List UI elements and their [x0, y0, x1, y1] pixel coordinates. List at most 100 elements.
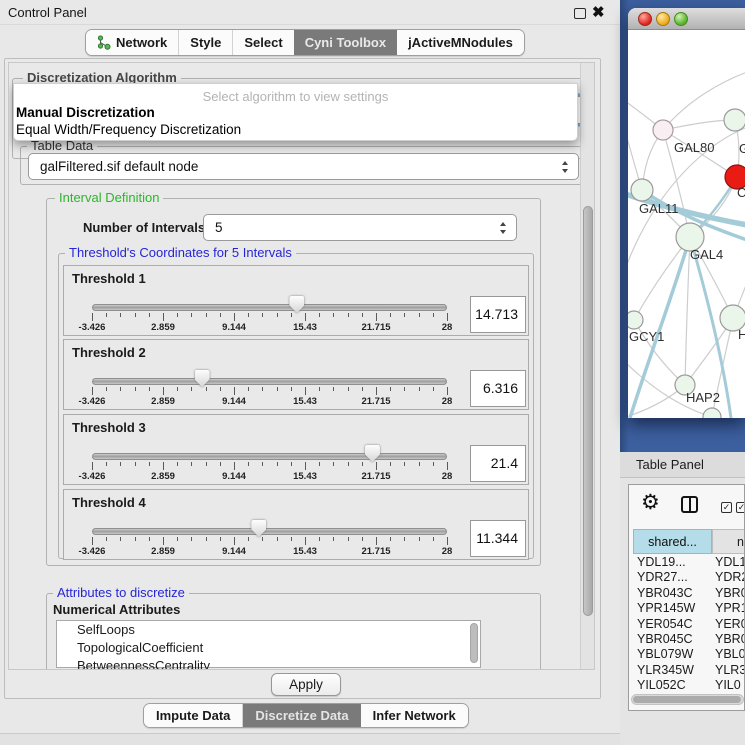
- tab-select[interactable]: Select: [233, 30, 293, 55]
- table-row[interactable]: YIL052CYIL0: [633, 678, 745, 693]
- threshold-1-value-field[interactable]: 14.713: [470, 296, 526, 333]
- checkbox-icon-1[interactable]: ✓: [721, 502, 732, 513]
- network-canvas[interactable]: GAL80 GA C GAL11 GAL4 GCY1 H HAP2: [628, 30, 745, 418]
- cell: YDL19...: [637, 555, 686, 570]
- threshold-2-value-field[interactable]: 6.316: [470, 370, 526, 407]
- threshold-4-value-field[interactable]: 11.344: [470, 520, 526, 557]
- algorithm-dropdown-popup: Select algorithm to view settings Manual…: [13, 83, 578, 141]
- threshold-2-slider[interactable]: [92, 378, 447, 385]
- tab-style[interactable]: Style: [179, 30, 233, 55]
- minimize-traffic-light[interactable]: [656, 12, 670, 26]
- node-gal11[interactable]: [631, 179, 653, 201]
- number-of-intervals-combobox[interactable]: 5: [203, 214, 517, 241]
- threshold-3-label: Threshold 3: [72, 420, 146, 435]
- cell: YPR145W: [637, 601, 695, 616]
- settings-vertical-scrollbar[interactable]: [580, 63, 594, 669]
- tab-cyni-toolbox[interactable]: Cyni Toolbox: [294, 30, 397, 55]
- table-row[interactable]: YBR045CYBR0: [633, 632, 745, 647]
- popup-option-manual-discretization[interactable]: Manual Discretization: [16, 105, 155, 120]
- cell: YBL0: [715, 647, 745, 662]
- table-horizontal-scrollbar[interactable]: [631, 694, 744, 705]
- threshold-1-slider-thumb[interactable]: [289, 296, 304, 313]
- table-header-row: shared... na: [629, 529, 745, 554]
- float-window-icon[interactable]: [574, 8, 586, 19]
- node-bottom-clipped[interactable]: [703, 408, 721, 418]
- threshold-3-slider[interactable]: [92, 453, 447, 460]
- list-scrollbar[interactable]: [470, 623, 478, 663]
- table-panel-body: ⚙ ✓ ✓ shared... na YDL19...YDL1 YDR27...…: [628, 484, 745, 711]
- table-panel: Table Panel ⚙ ✓ ✓ shared... na YDL19...Y…: [620, 452, 745, 745]
- list-item-selfloops[interactable]: SelfLoops: [57, 621, 480, 639]
- thresholds-group-title: Threshold's Coordinates for 5 Intervals: [65, 246, 296, 260]
- table-row[interactable]: YDR27... YDR2: [633, 570, 745, 585]
- column-header-shared-name[interactable]: shared...: [633, 529, 712, 554]
- tab-infer-network[interactable]: Infer Network: [361, 704, 468, 727]
- cell: YER0: [715, 617, 745, 632]
- combo-spinner-icon: [562, 161, 569, 173]
- node-gal80[interactable]: [653, 120, 673, 140]
- close-traffic-light[interactable]: [638, 12, 652, 26]
- column-header-name[interactable]: na: [712, 529, 745, 554]
- list-item-topologicalcoefficient[interactable]: TopologicalCoefficient: [57, 639, 480, 657]
- apply-button[interactable]: Apply: [271, 673, 341, 696]
- table-row[interactable]: YLR345WYLR3: [633, 663, 745, 678]
- threshold-2-tick-labels: -3.4262.8599.14415.4321.71528: [92, 396, 447, 407]
- node-gcy1[interactable]: [628, 311, 643, 329]
- bottom-tab-strip: Impute Data Discretize Data Infer Networ…: [143, 703, 469, 728]
- threshold-1-tick-labels: -3.4262.8599.14415.4321.71528: [92, 322, 447, 333]
- threshold-4-slider-thumb[interactable]: [251, 520, 266, 537]
- table-data-group-title: Table Data: [27, 139, 97, 153]
- cell: YER054C: [637, 617, 693, 632]
- zoom-traffic-light[interactable]: [674, 12, 688, 26]
- threshold-3-row: Threshold 3 -3.4262.8599.14415.4321.7152…: [63, 414, 529, 485]
- cell: YDR27...: [637, 570, 688, 585]
- close-icon[interactable]: ✖: [592, 3, 605, 21]
- settings-scrollbar-thumb[interactable]: [583, 206, 593, 616]
- popup-option-equal-width-frequency[interactable]: Equal Width/Frequency Discretization: [16, 122, 241, 137]
- app-root: Control Panel ✖ Network Style Select: [0, 0, 745, 745]
- table-row[interactable]: YPR145WYPR1: [633, 601, 745, 616]
- threshold-2-slider-thumb[interactable]: [195, 370, 210, 387]
- network-window: GAL80 GA C GAL11 GAL4 GCY1 H HAP2: [628, 8, 745, 418]
- cell: YDR2: [715, 570, 745, 585]
- gear-icon[interactable]: ⚙: [641, 491, 660, 515]
- threshold-3-tick-labels: -3.4262.8599.14415.4321.71528: [92, 471, 447, 482]
- cell: YBR0: [715, 586, 745, 601]
- table-hscrollbar-thumb[interactable]: [633, 696, 741, 703]
- node-label-gal80: GAL80: [674, 140, 714, 155]
- threshold-4-label: Threshold 4: [72, 495, 146, 510]
- table-row[interactable]: YBR043CYBR0: [633, 586, 745, 601]
- combo-spinner-icon: [500, 222, 507, 234]
- tab-jactivemnodules[interactable]: jActiveMNodules: [397, 30, 524, 55]
- threshold-4-tick-labels: -3.4262.8599.14415.4321.71528: [92, 546, 447, 557]
- numerical-attributes-list[interactable]: SelfLoops TopologicalCoefficient Between…: [56, 620, 481, 668]
- tab-cyni-toolbox-label: Cyni Toolbox: [305, 35, 386, 50]
- node-clipped-top[interactable]: [724, 109, 745, 131]
- network-graph: GAL80 GA C GAL11 GAL4 GCY1 H HAP2: [628, 30, 745, 418]
- table-row[interactable]: YER054C YER0: [633, 617, 745, 632]
- column-layout-icon[interactable]: [681, 496, 698, 513]
- node-label-clipped-top: GA: [739, 141, 745, 156]
- table-row[interactable]: YBL079WYBL0: [633, 647, 745, 662]
- table-rows: YDL19...YDL1 YDR27... YDR2 YBR043CYBR0 YP…: [633, 555, 745, 693]
- tab-impute-data[interactable]: Impute Data: [144, 704, 243, 727]
- control-panel-titlebar: Control Panel ✖: [0, 0, 620, 25]
- tab-discretize-data[interactable]: Discretize Data: [243, 704, 360, 727]
- threshold-4-slider[interactable]: [92, 528, 447, 535]
- threshold-3-value-field[interactable]: 21.4: [470, 445, 526, 482]
- interval-definition-title: Interval Definition: [55, 191, 163, 205]
- threshold-3-slider-thumb[interactable]: [365, 445, 380, 462]
- network-window-titlebar[interactable]: [628, 8, 745, 30]
- checkbox-icon-2[interactable]: ✓: [736, 502, 745, 513]
- cell: YLR3: [715, 663, 745, 678]
- threshold-1-slider[interactable]: [92, 304, 447, 311]
- tab-network[interactable]: Network: [86, 30, 179, 55]
- tab-style-label: Style: [190, 35, 221, 50]
- cyni-toolbox-panel: Discretization Algorithm Select algorith…: [4, 58, 601, 699]
- cell: YBR045C: [637, 632, 693, 647]
- table-data-combobox[interactable]: galFiltered.sif default node: [28, 153, 579, 180]
- table-row[interactable]: YDL19...YDL1: [633, 555, 745, 570]
- table-data-value: galFiltered.sif default node: [40, 154, 198, 180]
- list-item-betweennesscentrality[interactable]: BetweennessCentrality: [57, 657, 480, 670]
- threshold-1-row: Threshold 1 -3.4262.8599.14415.4321.7152…: [63, 265, 529, 336]
